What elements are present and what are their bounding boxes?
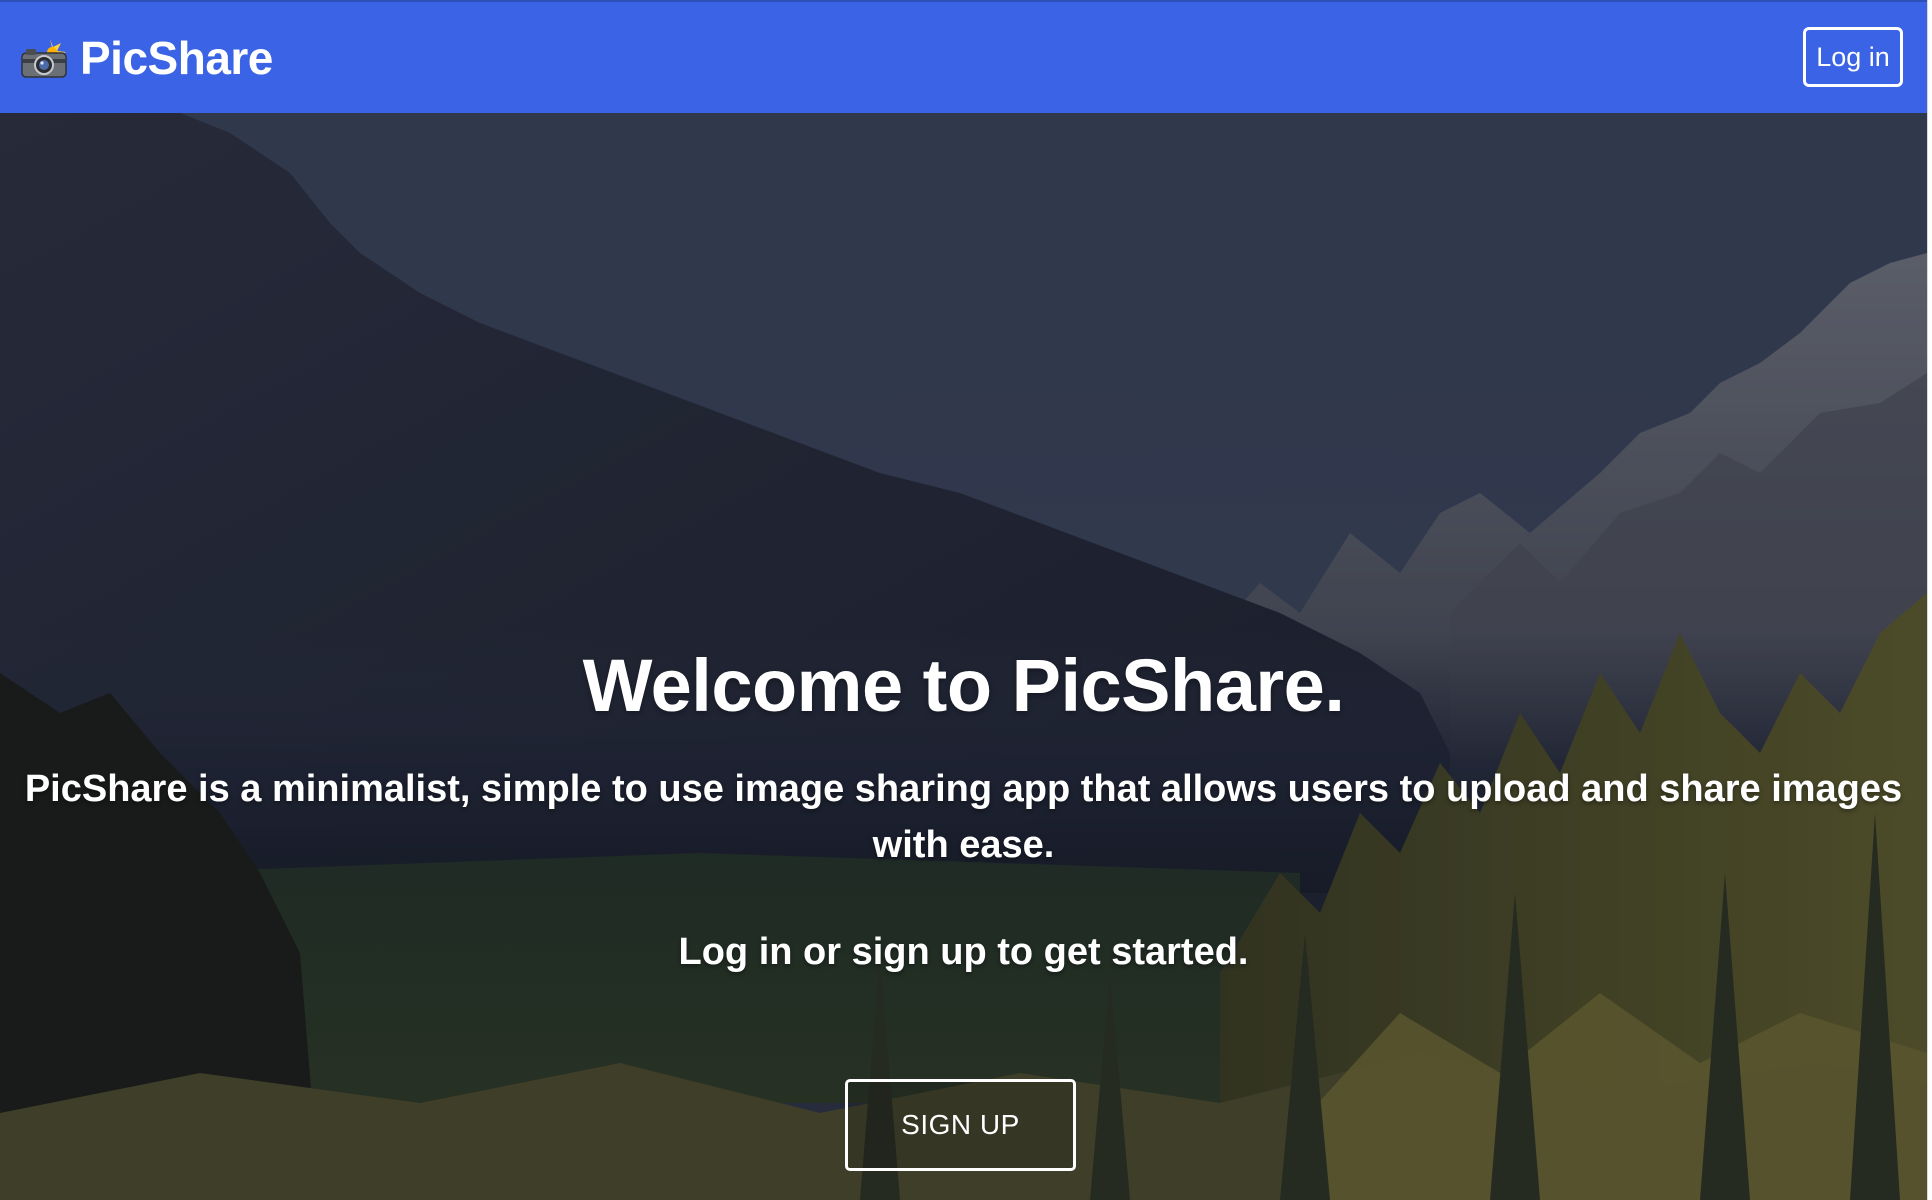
hero-content: Welcome to PicShare. PicShare is a minim… (0, 113, 1927, 1200)
brand-link[interactable]: PicShare (20, 28, 273, 88)
brand-name: PicShare (80, 32, 273, 84)
hero-description: PicShare is a minimalist, simple to use … (24, 768, 1903, 866)
camera-flash-icon (20, 37, 70, 79)
login-button[interactable]: Log in (1803, 27, 1903, 87)
page: PicShare Log in Welcome to PicShare. Pic… (0, 0, 1932, 1200)
top-navbar: PicShare Log in (0, 0, 1927, 113)
hero-title: Welcome to PicShare. (582, 644, 1345, 727)
window-edge (1927, 0, 1932, 1200)
hero-cta-text: Log in or sign up to get started. (678, 931, 1249, 973)
browser-viewport: PicShare Log in Welcome to PicShare. Pic… (0, 0, 1927, 1200)
signup-button[interactable]: SIGN UP (845, 1079, 1076, 1171)
hero-section: Welcome to PicShare. PicShare is a minim… (0, 113, 1927, 1200)
